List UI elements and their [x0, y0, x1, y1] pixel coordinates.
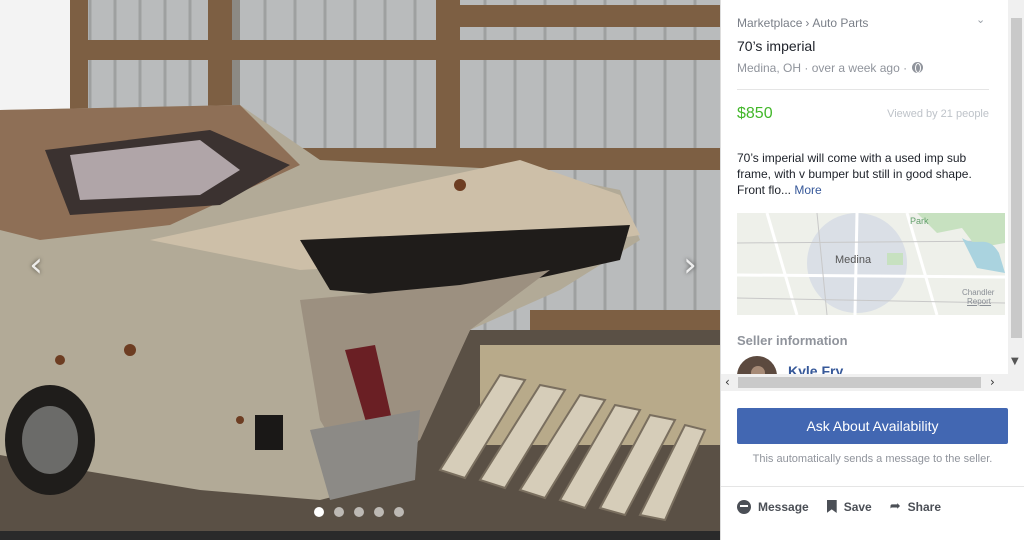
listing-meta: Medina, OH · over a week ago · — [737, 60, 1008, 76]
divider — [721, 486, 1024, 487]
photo-dot-5[interactable] — [394, 507, 404, 517]
scroll-right-icon[interactable]: › — [990, 375, 995, 389]
photo-dot-3[interactable] — [354, 507, 364, 517]
breadcrumb-auto-parts[interactable]: Auto Parts — [812, 16, 868, 30]
chevron-down-icon[interactable]: ⌄ — [976, 13, 985, 26]
seller-row: Kyle Fry — [737, 356, 1008, 374]
message-label: Message — [758, 499, 809, 514]
thumbnail-strip — [0, 531, 720, 540]
listing-price: $850 — [737, 105, 773, 122]
scroll-corner — [1008, 374, 1024, 391]
horizontal-scroll-thumb[interactable] — [738, 377, 981, 388]
scroll-left-icon[interactable]: ‹ — [725, 375, 730, 389]
photo-pagination — [314, 507, 404, 517]
share-button[interactable]: ➦ Share — [890, 499, 941, 514]
photo-dot-1[interactable] — [314, 507, 324, 517]
description-text: 70’s imperial will come with a used imp … — [737, 151, 972, 197]
vertical-scroll-thumb[interactable] — [1011, 18, 1022, 338]
messenger-icon — [737, 499, 751, 514]
more-link[interactable]: More — [794, 183, 821, 197]
auto-message-note: This automatically sends a message to th… — [752, 453, 993, 465]
listing-description: 70’s imperial will come with a used imp … — [737, 150, 987, 198]
listing-location[interactable]: Medina, OH — [737, 61, 801, 75]
seller-name[interactable]: Kyle Fry — [788, 363, 843, 374]
chevron-left-icon[interactable]: ‹ — [24, 247, 48, 283]
meta-separator-2: · — [903, 61, 908, 75]
price-row: $850 Viewed by 21 people — [737, 105, 989, 123]
location-map[interactable]: Park Medina Chandler Report — [737, 213, 1005, 315]
breadcrumb: Marketplace › Auto Parts — [737, 15, 1008, 31]
vertical-scrollbar[interactable]: ▼ — [1008, 0, 1024, 374]
share-icon: ➦ — [889, 499, 901, 514]
seller-info-heading: Seller information — [737, 333, 848, 348]
ask-availability-button[interactable]: Ask About Availability — [737, 408, 1008, 444]
map-attribution: Chandler — [962, 288, 995, 297]
map-park-label: Park — [910, 216, 929, 226]
horizontal-scrollbar[interactable]: ‹ › — [721, 374, 1008, 391]
share-label: Share — [907, 499, 941, 514]
details-scroll-area[interactable]: Marketplace › Auto Parts ⌄ 70’s imperial M… — [721, 0, 1008, 374]
divider — [737, 89, 989, 90]
save-label: Save — [843, 499, 872, 514]
scroll-down-icon[interactable]: ▼ — [1011, 356, 1019, 367]
listing-posted-time: over a week ago — [811, 61, 900, 75]
action-row: Message Save ➦ Share — [737, 499, 941, 514]
view-count: Viewed by 21 people — [887, 108, 989, 120]
listing-details-panel: Marketplace › Auto Parts ⌄ 70’s imperial M… — [720, 0, 1024, 540]
globe-icon — [912, 62, 924, 73]
seller-avatar[interactable] — [737, 356, 777, 374]
chevron-right-icon[interactable]: › — [678, 247, 702, 283]
message-button[interactable]: Message — [737, 499, 809, 514]
breadcrumb-separator: › — [805, 16, 810, 30]
listing-title: 70’s imperial — [737, 38, 816, 54]
car-photo-illustration — [0, 0, 720, 540]
listing-photo[interactable]: ‹ › — [0, 0, 720, 540]
map-city-label: Medina — [835, 254, 872, 266]
save-button[interactable]: Save — [826, 499, 872, 514]
meta-separator: · — [804, 61, 809, 75]
bookmark-icon — [826, 500, 837, 513]
photo-dot-4[interactable] — [374, 507, 384, 517]
breadcrumb-marketplace[interactable]: Marketplace — [737, 16, 802, 30]
map-report-link[interactable]: Report — [967, 297, 991, 306]
photo-dot-2[interactable] — [334, 507, 344, 517]
